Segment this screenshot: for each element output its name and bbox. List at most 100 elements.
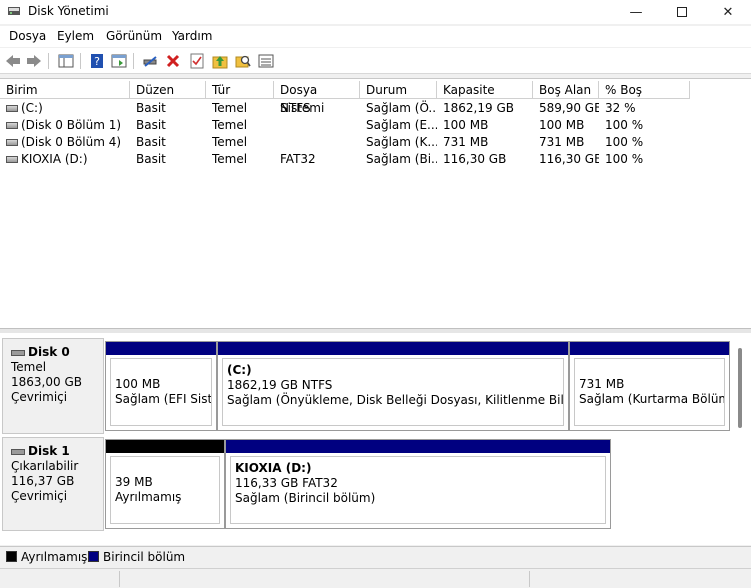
partition-title: KIOXIA (D:) <box>235 461 312 475</box>
column-header-kapasite[interactable]: Kapasite <box>437 81 533 99</box>
close-icon: ✕ <box>722 4 734 20</box>
cell-yuzde-bos: 100 % <box>605 152 644 166</box>
cell-bos-alan: 100 MB <box>539 118 585 132</box>
check-button[interactable] <box>188 52 206 70</box>
delete-button[interactable] <box>164 52 182 70</box>
cell-dosya-sistemi: NTFS <box>280 101 311 115</box>
maximize-button[interactable] <box>659 0 705 24</box>
cell-yuzde-bos: 100 % <box>605 135 644 149</box>
partition-info: 731 MB Sağlam (Kurtarma Bölümü) <box>574 358 725 426</box>
column-header-tur[interactable]: Tür <box>206 81 274 99</box>
toolbar: ? <box>0 48 751 74</box>
title-bar: Disk Yönetimi — ✕ <box>0 0 751 24</box>
disk-name: Disk 0 <box>28 345 70 359</box>
menu-yardim[interactable]: Yardım <box>172 29 212 43</box>
table-row[interactable]: (Disk 0 Bölüm 1) Basit Temel Sağlam (E..… <box>0 117 751 134</box>
partition-status: Ayrılmamış <box>115 490 182 504</box>
rescan-button[interactable] <box>211 52 229 70</box>
partition-size: 39 MB <box>115 475 153 489</box>
cell-durum: Sağlam (K... <box>366 135 437 149</box>
disk-status: Çevrimiçi <box>11 489 68 503</box>
disk-type: Çıkarılabilir <box>11 459 79 473</box>
legend-swatch-primary <box>88 551 99 562</box>
close-button[interactable]: ✕ <box>705 0 751 24</box>
toolbar-separator <box>48 53 49 69</box>
disk-map: Disk 0 Temel 1863,00 GB Çevrimiçi 100 MB… <box>0 333 751 545</box>
connect-disk-icon <box>143 56 157 67</box>
legend-swatch-unallocated <box>6 551 17 562</box>
cell-yuzde-bos: 32 % <box>605 101 636 115</box>
partition-d[interactable]: KIOXIA (D:) 116,33 GB FAT32 Sağlam (Biri… <box>225 439 611 529</box>
partition-c[interactable]: (C:) 1862,19 GB NTFS Sağlam (Önyükleme, … <box>217 341 569 431</box>
table-row[interactable]: (C:) Basit Temel NTFS Sağlam (Ö... 1862,… <box>0 100 751 117</box>
disk-type: Temel <box>11 360 47 374</box>
cell-kapasite: 116,30 GB <box>443 152 507 166</box>
drive-icon <box>6 122 18 129</box>
disk-0-label[interactable]: Disk 0 Temel 1863,00 GB Çevrimiçi <box>2 338 104 434</box>
cell-kapasite: 1862,19 GB <box>443 101 514 115</box>
cell-birim: (Disk 0 Bölüm 4) <box>21 135 122 149</box>
partition-size: 1862,19 GB NTFS <box>227 378 333 392</box>
partition-color-bar <box>106 440 224 453</box>
column-header-birim[interactable]: Birim <box>0 81 130 99</box>
cell-durum: Sağlam (E... <box>366 118 437 132</box>
menu-eylem[interactable]: Eylem <box>57 29 94 43</box>
details-button[interactable] <box>257 52 275 70</box>
minimize-icon: — <box>629 4 643 20</box>
disk-map-scrollbar[interactable] <box>738 348 742 428</box>
partition-color-bar <box>226 440 610 453</box>
column-header-duzen[interactable]: Düzen <box>130 81 206 99</box>
minimize-button[interactable]: — <box>613 0 659 24</box>
help-button[interactable]: ? <box>88 52 106 70</box>
svg-text:?: ? <box>94 55 100 68</box>
disk-1-label[interactable]: Disk 1 Çıkarılabilir 116,37 GB Çevrimiçi <box>2 437 104 531</box>
disk-name: Disk 1 <box>28 444 70 458</box>
cell-duzen: Basit <box>136 135 166 149</box>
partition-status: Sağlam (Kurtarma Bölümü) <box>579 392 724 406</box>
cell-duzen: Basit <box>136 118 166 132</box>
search-button[interactable] <box>234 52 252 70</box>
table-row[interactable]: KIOXIA (D:) Basit Temel FAT32 Sağlam (Bi… <box>0 151 751 168</box>
partition-efi[interactable]: 100 MB Sağlam (EFI Sistem Bölümü) <box>105 341 217 431</box>
status-segment <box>120 571 530 587</box>
column-header-bos-alan[interactable]: Boş Alan <box>533 81 599 99</box>
partition-size: 731 MB <box>579 377 625 391</box>
cell-tur: Temel <box>212 152 248 166</box>
volume-list: Birim Düzen Tür Dosya Sistemi Durum Kapa… <box>0 78 751 328</box>
column-header-yuzde-bos[interactable]: % Boş <box>599 81 690 99</box>
status-bar <box>0 568 751 588</box>
menu-dosya[interactable]: Dosya <box>9 29 46 43</box>
partition-info: 100 MB Sağlam (EFI Sistem Bölümü) <box>110 358 212 426</box>
partition-status: Sağlam (Önyükleme, Disk Belleği Dosyası,… <box>227 393 564 407</box>
disk-status: Çevrimiçi <box>11 390 68 404</box>
search-folder-icon <box>235 55 251 68</box>
cell-bos-alan: 589,90 GB <box>539 101 599 115</box>
action-pane-icon <box>111 54 127 68</box>
partition-recovery[interactable]: 731 MB Sağlam (Kurtarma Bölümü) <box>569 341 730 431</box>
menu-gorunum[interactable]: Görünüm <box>106 29 162 43</box>
cell-tur: Temel <box>212 101 248 115</box>
maximize-icon <box>677 7 687 17</box>
cell-duzen: Basit <box>136 152 166 166</box>
partition-status: Sağlam (EFI Sistem Bölümü) <box>115 392 212 406</box>
column-header-durum[interactable]: Durum <box>360 81 437 99</box>
forward-arrow-icon <box>27 55 41 67</box>
action-pane-button[interactable] <box>110 52 128 70</box>
check-list-icon <box>190 53 204 69</box>
delete-x-icon <box>166 54 180 68</box>
cell-bos-alan: 731 MB <box>539 135 585 149</box>
cell-bos-alan: 116,30 GB <box>539 152 599 166</box>
forward-button[interactable] <box>25 52 43 70</box>
cell-tur: Temel <box>212 118 248 132</box>
details-list-icon <box>258 54 274 68</box>
connect-disk-button[interactable] <box>141 52 159 70</box>
back-button[interactable] <box>4 52 22 70</box>
table-row[interactable]: (Disk 0 Bölüm 4) Basit Temel Sağlam (K..… <box>0 134 751 151</box>
legend: Ayrılmamış Birincil bölüm <box>0 546 751 566</box>
column-header-dosya-sistemi[interactable]: Dosya Sistemi <box>274 81 360 115</box>
partition-color-bar <box>570 342 729 355</box>
partition-unallocated[interactable]: 39 MB Ayrılmamış <box>105 439 225 529</box>
legend-label-primary: Birincil bölüm <box>103 550 186 564</box>
properties-button[interactable] <box>57 52 75 70</box>
partition-color-bar <box>218 342 568 355</box>
